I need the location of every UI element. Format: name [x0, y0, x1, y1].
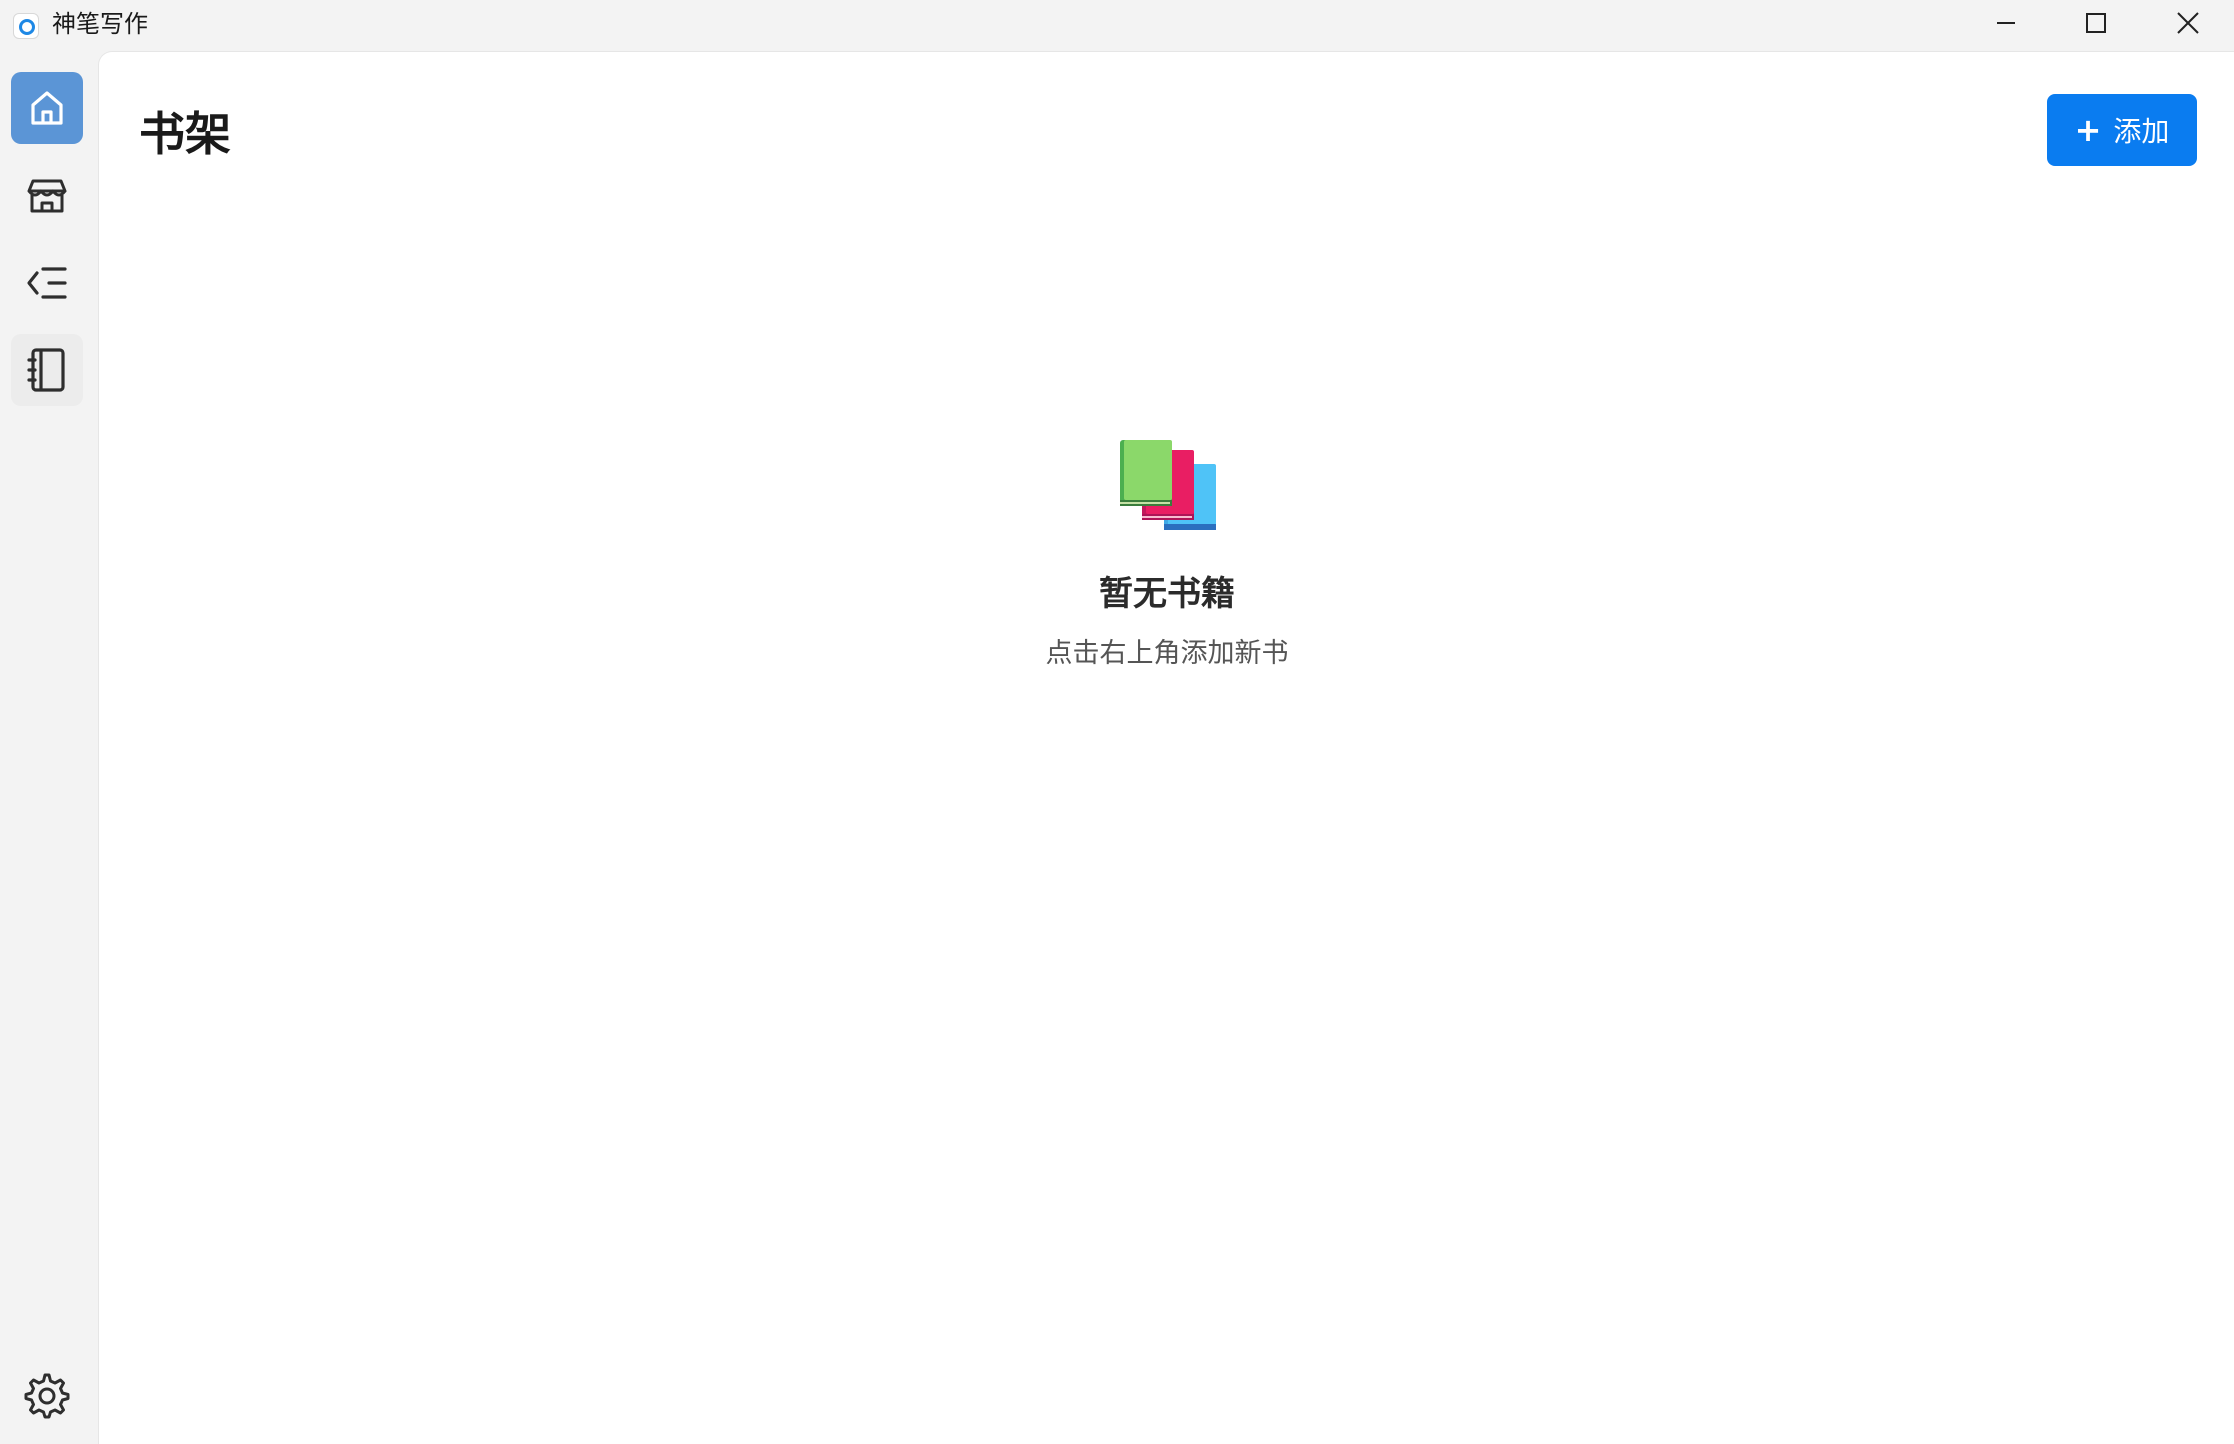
minimize-icon	[1997, 22, 2015, 24]
notebook-icon	[27, 348, 65, 392]
maximize-icon	[2086, 13, 2106, 33]
minimize-button[interactable]	[1960, 0, 2052, 46]
sidebar-item-outline[interactable]	[11, 247, 83, 319]
close-icon	[2177, 12, 2199, 34]
app-logo-icon	[13, 13, 39, 39]
page-title: 书架	[139, 107, 231, 161]
home-icon	[31, 91, 63, 125]
books-stack-icon	[1120, 440, 1216, 530]
main-content: 书架 + 添加 暂无书籍 点击右上角添加新书	[98, 51, 2234, 1444]
plus-icon: +	[2074, 111, 2102, 149]
app-title: 神笔写作	[52, 10, 148, 38]
sidebar-item-notebook[interactable]	[11, 334, 83, 406]
sidebar-item-home[interactable]	[11, 72, 83, 144]
sidebar-item-settings[interactable]	[11, 1360, 83, 1432]
add-button-label: 添加	[2113, 115, 2170, 148]
maximize-button[interactable]	[2050, 0, 2142, 46]
close-button[interactable]	[2142, 0, 2234, 46]
title-bar: 神笔写作	[0, 0, 2234, 51]
store-icon	[27, 179, 67, 213]
sidebar-nav	[0, 51, 98, 1444]
empty-state-title: 暂无书籍	[1099, 574, 1235, 614]
outline-list-icon	[27, 267, 67, 299]
settings-gear-icon	[24, 1373, 70, 1419]
empty-state-subtitle: 点击右上角添加新书	[1045, 638, 1289, 669]
sidebar-item-store[interactable]	[11, 159, 83, 231]
add-book-button[interactable]: + 添加	[2047, 94, 2197, 166]
